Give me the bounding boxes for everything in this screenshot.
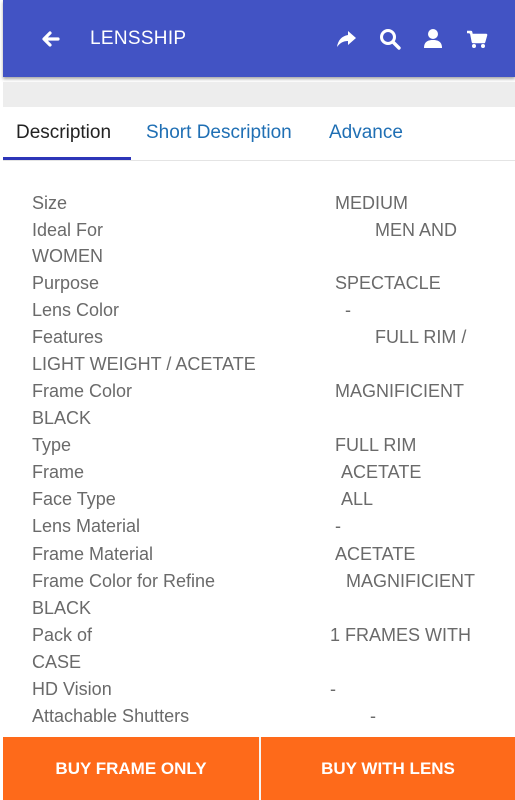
spec-label: Type (32, 435, 72, 455)
spec-value: ALL (341, 489, 374, 509)
spec-value: MAGNIFICIENT (346, 571, 475, 591)
spec-value: MEN AND (375, 220, 458, 240)
spec-value: SPECTACLE (335, 273, 441, 293)
spec-label: Ideal For (32, 220, 104, 240)
spec-value-continued: LIGHT WEIGHT / ACETATE (32, 354, 256, 374)
spec-value-continued: WOMEN (32, 246, 103, 266)
tab-short-description[interactable]: Short Description (146, 122, 292, 144)
spec-label: Frame Material (32, 544, 154, 564)
spec-value: ACETATE (335, 544, 416, 564)
separator-strip (3, 82, 515, 107)
app-bar: LENSSHIP (3, 0, 515, 77)
spec-value: ACETATE (341, 462, 422, 482)
spec-label: Purpose (32, 273, 100, 293)
spec-value: MAGNIFICIENT (335, 381, 464, 401)
bottom-action-bar: BUY FRAME ONLY BUY WITH LENS (3, 737, 515, 800)
spec-label: Size (32, 193, 68, 213)
spec-label: Features (32, 327, 104, 347)
tab-advance[interactable]: Advance (329, 122, 403, 144)
spec-value-continued: BLACK (32, 408, 92, 428)
user-icon[interactable] (420, 26, 446, 52)
description-content: Size MEDIUM Ideal For MEN AND WOMEN Purp… (0, 160, 515, 736)
share-icon[interactable] (334, 26, 360, 52)
search-icon[interactable] (377, 26, 403, 52)
spec-label: Frame (32, 462, 85, 482)
spec-label: Face Type (32, 489, 116, 509)
buy-frame-only-button[interactable]: BUY FRAME ONLY (3, 737, 259, 800)
spec-label: Frame Color (32, 381, 133, 401)
spec-value-continued: CASE (32, 652, 82, 672)
spec-label: Attachable Shutters (32, 706, 190, 726)
spec-value: - (330, 679, 336, 699)
spec-value-continued: BLACK (32, 598, 92, 618)
buy-with-lens-button[interactable]: BUY WITH LENS (261, 737, 515, 800)
spec-label: Lens Material (32, 516, 141, 536)
spec-value: FULL RIM / (375, 327, 467, 347)
cart-icon[interactable] (464, 26, 490, 52)
spec-value: - (345, 300, 351, 320)
tab-description[interactable]: Description (16, 122, 111, 144)
spec-value: - (370, 706, 376, 726)
spec-label: Frame Color for Refine (32, 571, 216, 591)
spec-value: FULL RIM (335, 435, 417, 455)
spec-value: - (335, 516, 341, 536)
spec-value: 1 FRAMES WITH (330, 625, 472, 645)
back-arrow-icon[interactable] (37, 25, 65, 53)
spec-label: HD Vision (32, 679, 112, 699)
spec-value: MEDIUM (335, 193, 408, 213)
tab-bar: Description Short Description Advance (3, 107, 515, 161)
spec-label: Lens Color (32, 300, 120, 320)
spec-label: Pack of (32, 625, 93, 645)
app-title: LENSSHIP (90, 28, 187, 49)
